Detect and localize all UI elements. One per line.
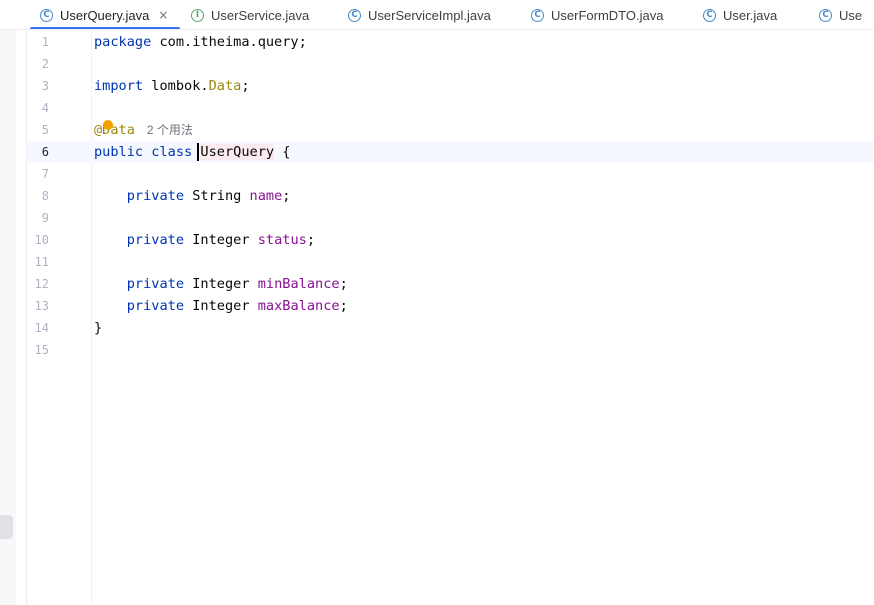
tab-label: UserServiceImpl.java [368, 7, 491, 23]
semicolon: ; [282, 188, 291, 204]
tab-overflow-partial[interactable]: C Use [819, 0, 863, 29]
code-line-field-status: private Integer status; [94, 229, 315, 251]
tab-user-java[interactable]: C User.java [703, 0, 778, 29]
tab-userserviceimpl-java[interactable]: C UserServiceImpl.java [348, 0, 491, 29]
field-type: Integer [184, 298, 258, 314]
annotation-data[interactable]: @Data [94, 122, 135, 138]
tab-label: User.java [723, 7, 778, 23]
line-number-current: 6 [41, 145, 49, 159]
field-type: Integer [184, 232, 258, 248]
line-number: 2 [41, 57, 49, 71]
class-icon: C [703, 8, 716, 22]
keyword: private [126, 276, 185, 292]
line-number: 13 [34, 299, 49, 313]
line-number: 14 [34, 321, 49, 335]
line-number: 4 [41, 101, 49, 115]
line-number: 3 [41, 79, 49, 93]
tab-userformdto-java[interactable]: C UserFormDTO.java [531, 0, 664, 29]
code-line-field-name: private String name; [94, 185, 291, 207]
semicolon: ; [339, 276, 348, 292]
semicolon: ; [306, 232, 316, 248]
field-name: name [249, 188, 283, 204]
tab-userquery-java[interactable]: C UserQuery.java × [29, 0, 181, 29]
line-number: 11 [34, 255, 49, 269]
semicolon: ; [241, 78, 250, 94]
class-name[interactable]: UserQuery [200, 144, 275, 160]
code-line-field-maxbalance: private Integer maxBalance; [94, 295, 348, 317]
package-name: com.itheima.query; [151, 34, 307, 50]
intention-bulb-icon[interactable] [103, 120, 113, 130]
code-line-import: import lombok.Data; [94, 75, 250, 97]
code-line-close-brace: } [94, 317, 102, 339]
line-number: 9 [41, 211, 49, 225]
class-icon: C [348, 8, 361, 22]
tab-userservice-java[interactable]: I UserService.java [191, 0, 310, 29]
keyword: import [94, 78, 144, 94]
keyword: public class [94, 144, 201, 160]
fold-guide-line [91, 30, 92, 605]
line-number: 12 [34, 277, 49, 291]
code-line-package: package com.itheima.query; [94, 31, 307, 53]
usage-hint[interactable]: 2 个用法 [147, 123, 193, 137]
line-number: 15 [34, 343, 49, 357]
open-brace: { [274, 144, 291, 160]
line-number: 5 [41, 123, 49, 137]
import-package: lombok. [143, 78, 209, 94]
keyword: private [126, 188, 185, 204]
close-brace: } [94, 320, 103, 336]
field-name: maxBalance [257, 298, 340, 314]
line-number: 10 [34, 233, 49, 247]
text-caret [197, 143, 199, 161]
import-type: Data [208, 78, 242, 94]
interface-icon: I [191, 8, 204, 22]
keyword: private [126, 298, 185, 314]
class-icon: C [531, 8, 544, 22]
class-icon: C [819, 8, 832, 22]
semicolon: ; [339, 298, 348, 314]
line-number: 8 [41, 189, 49, 203]
keyword: private [126, 232, 185, 248]
tab-label: UserService.java [211, 7, 310, 23]
field-type: Integer [184, 276, 258, 292]
editor-tab-bar: C UserQuery.java × I UserService.java C … [0, 0, 874, 30]
code-line-field-minbalance: private Integer minBalance; [94, 273, 348, 295]
tab-label: UserFormDTO.java [551, 7, 664, 23]
close-icon[interactable]: × [158, 8, 168, 22]
field-name: status [257, 232, 307, 248]
class-icon: C [40, 8, 53, 22]
tab-label: Use [839, 7, 863, 23]
scrollbar-thumb[interactable] [0, 515, 13, 539]
tab-label: UserQuery.java [60, 7, 150, 23]
keyword: package [94, 34, 152, 50]
code-line-class-declaration: public class UserQuery { [94, 141, 290, 163]
left-tool-strip [0, 30, 16, 605]
field-type: String [184, 188, 250, 204]
line-number: 1 [41, 35, 49, 49]
line-number: 7 [41, 167, 49, 181]
field-name: minBalance [257, 276, 340, 292]
